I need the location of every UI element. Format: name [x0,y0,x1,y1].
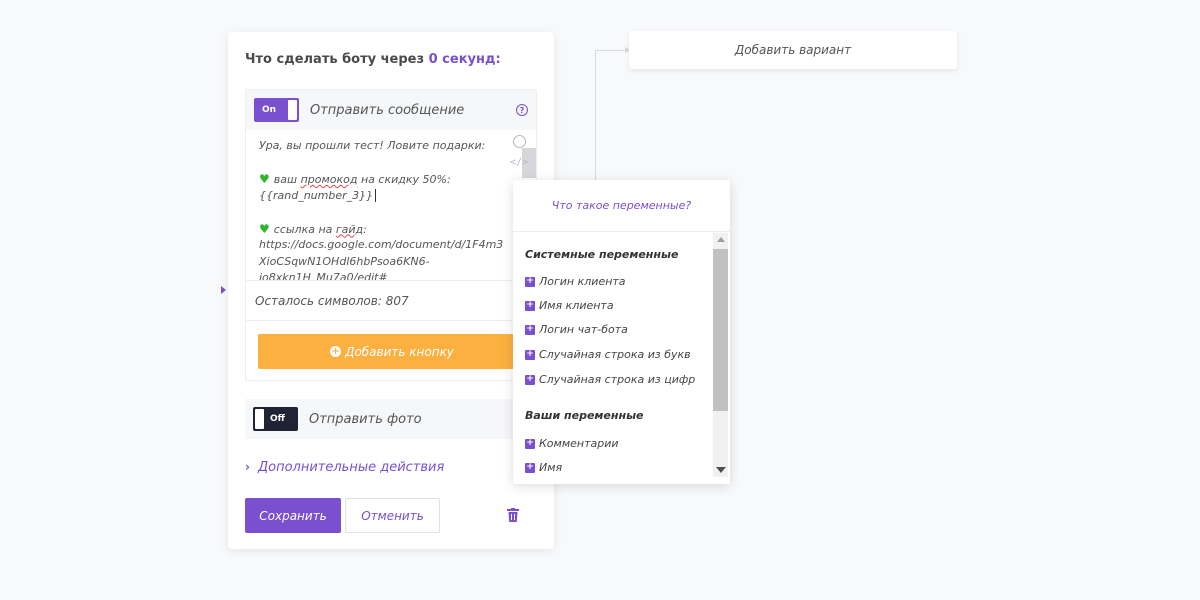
send-photo-block: Off Отправить фото [245,399,537,439]
variable-item[interactable]: + Логин клиента [525,275,626,288]
plus-square-icon: + [525,300,535,311]
card-title: Что сделать боту через 0 секунд: [245,52,501,67]
send-message-toggle[interactable]: On [254,98,299,122]
variable-item[interactable]: + Случайная строка из цифр [525,373,695,386]
message-text[interactable]: Ура, вы прошли тест! Ловите подарки: ♥ ва… [259,138,514,280]
flow-connector-line [595,50,596,182]
what-are-variables-link[interactable]: Что такое переменные? [513,180,730,232]
send-message-header: On Отправить сообщение ? [246,90,536,130]
flow-connector-arrow [595,47,630,53]
plus-square-icon: + [525,438,535,449]
scroll-down-arrow-icon[interactable] [716,467,726,473]
plus-square-icon: + [525,462,535,473]
plus-square-icon: + [525,349,535,360]
delay-value[interactable]: 0 секунд: [429,52,501,67]
green-heart-icon: ♥ [259,172,270,186]
cancel-button[interactable]: Отменить [345,498,440,533]
variable-item[interactable]: + Имя [525,461,562,474]
characters-remaining: Осталось символов: 807 [246,280,536,320]
emoji-icon[interactable] [513,135,526,148]
send-message-block: On Отправить сообщение ? Ура, вы прошли … [245,89,537,381]
chevron-right-icon: › [245,460,250,474]
send-photo-toggle[interactable]: Off [253,407,298,431]
variable-item[interactable]: + Логин чат-бота [525,323,628,336]
plus-circle-icon: + [330,345,342,357]
variable-item[interactable]: + Комментарии [525,437,619,450]
more-actions-toggle[interactable]: › Дополнительные действия [245,460,444,475]
help-icon[interactable]: ? [516,104,528,116]
variables-code-icon[interactable]: </> [510,157,528,168]
green-heart-icon: ♥ [259,221,270,236]
system-variables-title: Системные переменные [525,248,679,261]
incoming-connector-arrow [221,286,226,294]
add-button-button[interactable]: + Добавить кнопку [258,334,526,369]
toggle-knob [288,100,297,120]
variables-popup: Что такое переменные? Системные переменн… [513,180,730,484]
send-message-label: Отправить сообщение [310,102,465,118]
bot-action-card: Что сделать боту через 0 секунд: On Отпр… [228,32,554,549]
variables-list: Системные переменные + Логин клиента + Имя… [513,233,713,484]
plus-square-icon: + [525,374,535,385]
variable-item[interactable]: + Случайная строка из букв [525,348,691,361]
toggle-knob [255,409,264,429]
text-cursor [375,189,377,202]
scroll-thumb[interactable] [713,249,728,411]
save-button[interactable]: Сохранить [245,498,341,533]
message-textarea[interactable]: Ура, вы прошли тест! Ловите подарки: ♥ ва… [246,130,536,280]
add-variant-button[interactable]: Добавить вариант [629,31,957,69]
scroll-up-arrow-icon[interactable] [717,237,725,242]
user-variables-title: Ваши переменные [525,409,644,422]
send-photo-label: Отправить фото [309,411,422,427]
plus-square-icon: + [525,276,535,287]
trash-icon[interactable] [507,508,519,522]
plus-square-icon: + [525,324,535,335]
variable-item[interactable]: + Имя клиента [525,299,614,312]
send-photo-header: Off Отправить фото [245,399,537,439]
add-button-row: + Добавить кнопку [246,320,536,380]
popup-scrollbar[interactable] [713,233,728,477]
